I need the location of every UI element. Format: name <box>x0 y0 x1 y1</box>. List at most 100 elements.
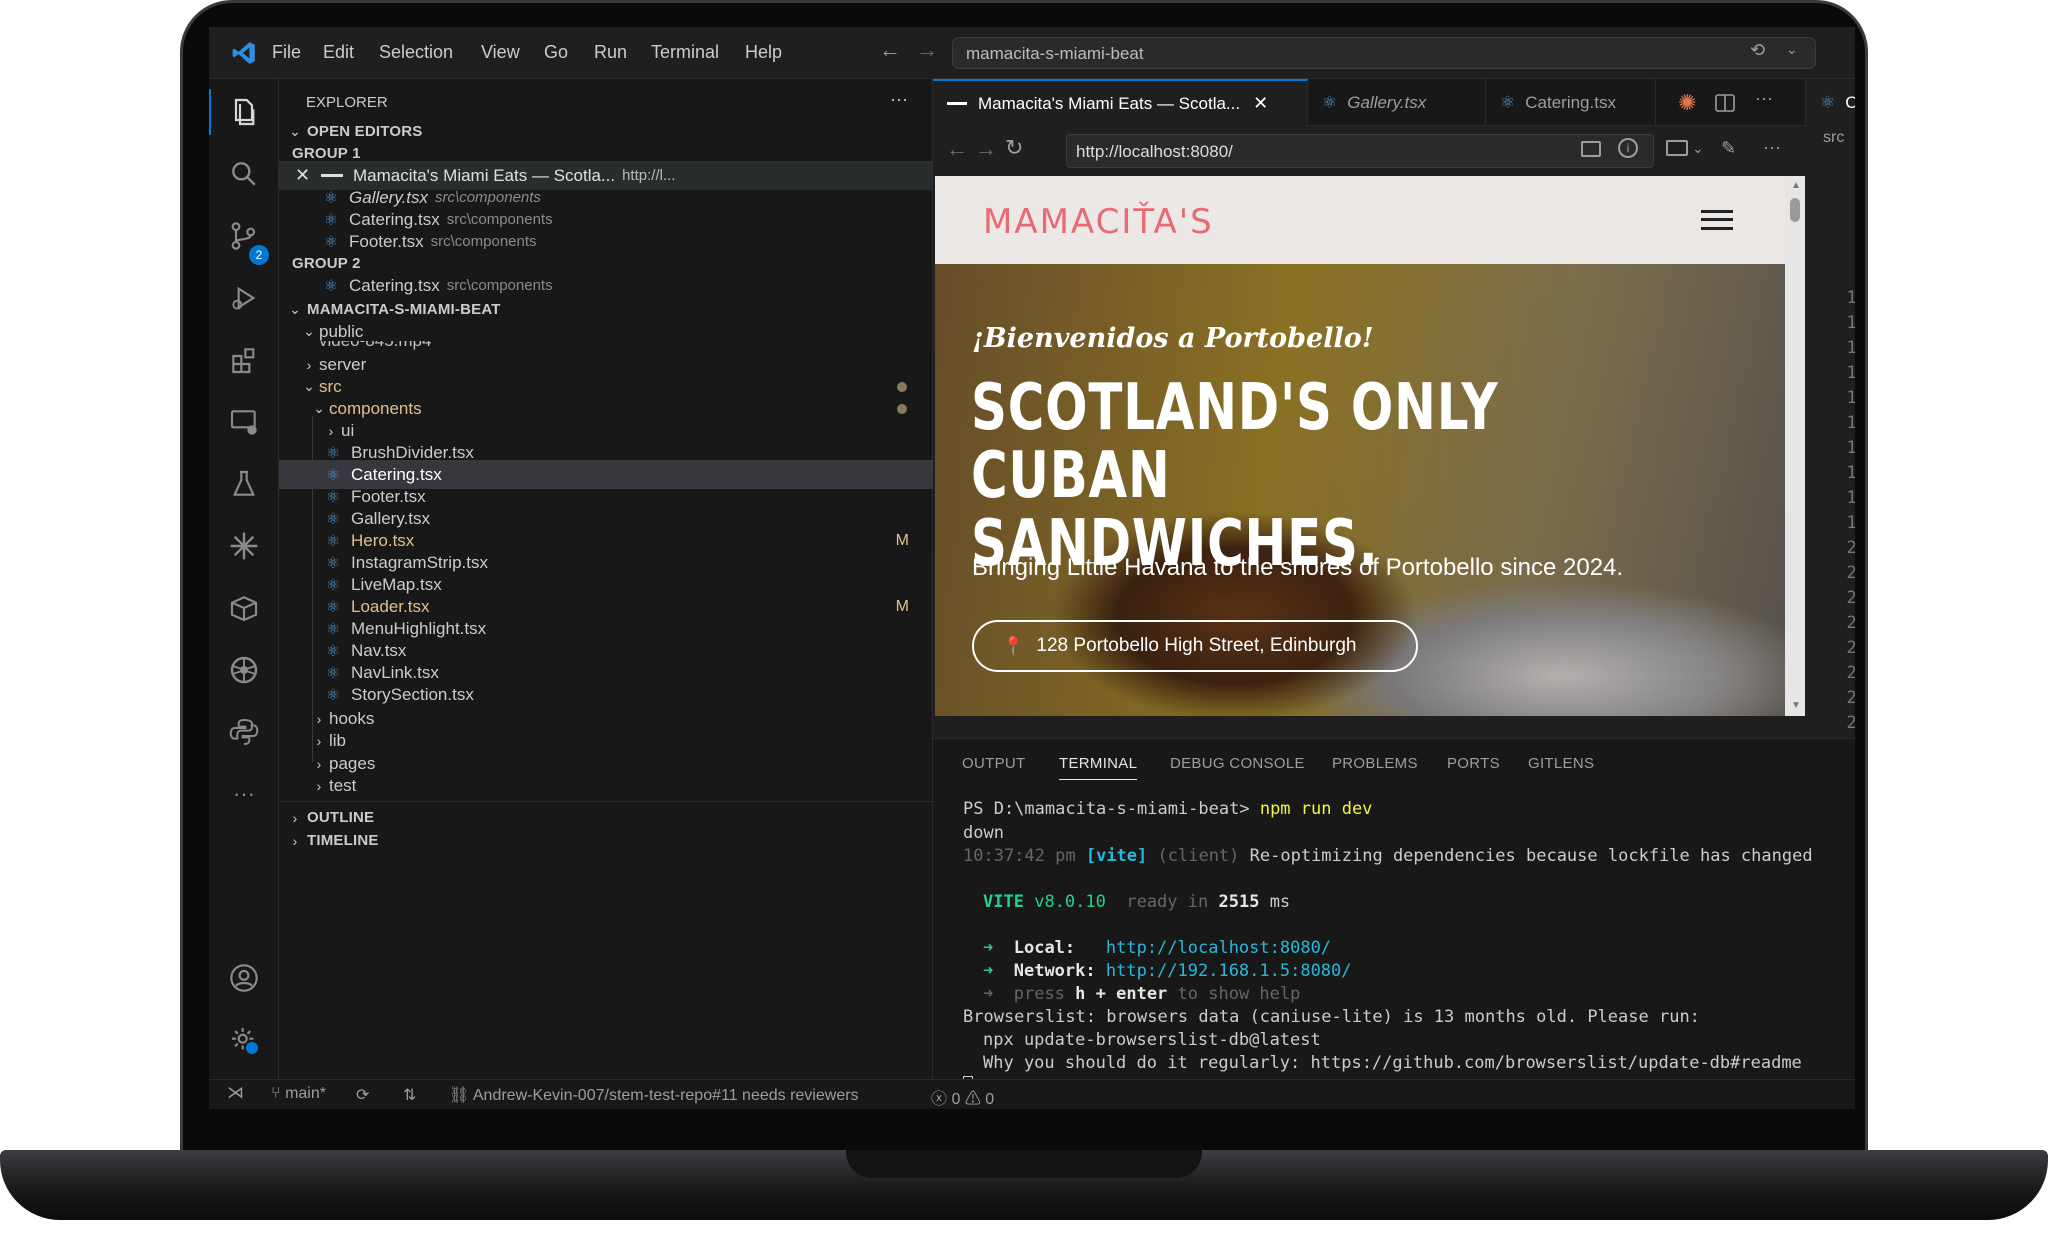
hero-headline: SCOTLAND'S ONLY CUBAN SANDWICHES. <box>971 371 1499 581</box>
panel-tab-ports[interactable]: PORTS <box>1447 755 1500 772</box>
chevron-down-icon: ⌄ <box>303 378 315 394</box>
browser-forward-icon[interactable]: → <box>975 136 997 162</box>
problems-item[interactable]: ⓧ 0 ⚠ 0 <box>931 1085 994 1109</box>
react-file-icon: ⚛ <box>1322 92 1338 112</box>
line-number: 22 <box>1846 588 1855 608</box>
command-center[interactable]: mamacita-s-miami-beat <box>952 37 1816 69</box>
branch-item[interactable]: ⑂ main* <box>271 1085 326 1103</box>
more-actions-icon[interactable]: ··· <box>1755 88 1773 109</box>
extensions-icon[interactable] <box>223 339 265 381</box>
pull-request-item[interactable]: ⛓ Andrew-Kevin-007/stem-test-repo#11 nee… <box>449 1085 859 1105</box>
tab-catering[interactable]: ⚛ Catering.tsx <box>1486 79 1656 126</box>
arrow-right-icon: ➜ <box>983 961 994 981</box>
vscode-window: File Edit Selection View Go Run Terminal… <box>209 27 1855 1109</box>
more-icon[interactable]: ··· <box>223 773 265 815</box>
terminal-line-network: ➜ Network: http://192.168.1.5:8080/ <box>983 961 1352 981</box>
open-external-icon[interactable] <box>1581 141 1601 157</box>
copilot-chat-icon[interactable]: ⟲ <box>1750 40 1765 61</box>
scroll-down-icon[interactable]: ▼ <box>1791 700 1801 711</box>
explorer-icon[interactable] <box>223 91 265 133</box>
more-actions-icon[interactable]: ··· <box>1763 137 1781 158</box>
edit-preview-icon[interactable]: ✎ <box>1721 138 1736 159</box>
account-icon[interactable] <box>223 957 265 999</box>
menu-help[interactable]: Help <box>745 42 782 63</box>
editor-group2-tabs: ⚛Catering.tsx✕ <box>1805 79 1855 126</box>
line-number: 24 <box>1846 638 1855 658</box>
divider <box>279 801 933 802</box>
chevron-right-icon: › <box>316 710 322 727</box>
forward-arrow-icon[interactable]: → <box>916 37 938 63</box>
title-bar: File Edit Selection View Go Run Terminal… <box>209 27 1855 79</box>
hamburger-menu-icon[interactable] <box>1701 210 1733 230</box>
remote-explorer-icon[interactable] <box>223 401 265 443</box>
run-debug-icon[interactable] <box>223 277 265 319</box>
code-editor[interactable]: 5type FormData6name: strin7email: strin8… <box>1809 176 1855 738</box>
search-icon[interactable] <box>223 153 265 195</box>
laptop-hinge-notch <box>846 1150 1202 1178</box>
sync-icon[interactable]: ⟳ <box>356 1085 369 1105</box>
chevron-down-icon[interactable]: ⌄ <box>1692 140 1704 157</box>
menu-edit[interactable]: Edit <box>323 42 354 63</box>
scroll-up-icon[interactable]: ▲ <box>1791 180 1801 191</box>
menu-view[interactable]: View <box>481 42 520 63</box>
chevron-right-icon: › <box>316 777 322 794</box>
browser-toolbar: ← → ↻ http://localhost:8080/ i ⌄ ✎ ··· <box>933 126 1805 176</box>
kubernetes-icon[interactable] <box>223 649 265 691</box>
git-modified-badge: M <box>895 597 909 615</box>
line-number: 8 <box>1827 238 1855 258</box>
chevron-down-icon[interactable]: ⌄ <box>1786 41 1798 58</box>
terminal-line-npx: npx update-browserslist-db@latest <box>983 1030 1321 1050</box>
line-number: 15 <box>1846 413 1855 433</box>
arrow-right-icon: ➜ <box>983 984 994 1004</box>
chevron-down-icon: ⌄ <box>313 400 325 416</box>
back-arrow-icon[interactable]: ← <box>879 37 901 63</box>
line-number: 21 <box>1846 563 1855 583</box>
testing-flask-icon[interactable] <box>223 463 265 505</box>
tab-catering-group2[interactable]: ⚛Catering.tsx✕ <box>1806 79 1855 126</box>
claude-spark-icon[interactable]: ✺ <box>1678 90 1696 116</box>
chevron-down-icon: ⌄ <box>289 301 301 317</box>
device-preview-icon[interactable] <box>1666 140 1688 156</box>
timeline-header[interactable]: › TIMELINE <box>279 826 933 855</box>
split-editor-icon[interactable] <box>1715 93 1735 113</box>
line-number: 18 <box>1846 488 1855 508</box>
address-button[interactable]: 📍 128 Portobello High Street, Edinburgh <box>972 620 1418 672</box>
site-logo[interactable]: MAMACIŤA'S <box>983 202 1214 242</box>
tab-browser-preview[interactable]: Mamacita's Miami Eats — Scotla... ✕ <box>933 79 1308 126</box>
panel-tab-output[interactable]: OUTPUT <box>962 755 1025 772</box>
url-bar[interactable]: http://localhost:8080/ <box>1066 134 1654 168</box>
scroll-thumb[interactable] <box>1790 198 1800 222</box>
line-number: 27 <box>1846 713 1855 733</box>
menu-terminal[interactable]: Terminal <box>651 42 719 63</box>
menu-selection[interactable]: Selection <box>379 42 453 63</box>
menu-go[interactable]: Go <box>544 42 568 63</box>
panel-tab-gitlens[interactable]: GITLENS <box>1528 755 1594 772</box>
containers-icon[interactable] <box>223 587 265 629</box>
preview-scrollbar[interactable]: ▲ ▼ <box>1785 176 1805 716</box>
tab-gallery[interactable]: ⚛ Gallery.tsx <box>1308 79 1486 126</box>
close-icon[interactable]: ✕ <box>1253 93 1268 114</box>
line-number: 14 <box>1846 388 1855 408</box>
chevron-right-icon: › <box>316 732 322 749</box>
manage-gear-icon[interactable] <box>223 1019 265 1061</box>
map-pin-icon: 📍 <box>1002 635 1025 656</box>
info-icon[interactable]: i <box>1618 138 1638 158</box>
explorer-more-icon[interactable]: ··· <box>890 89 908 110</box>
folder-test[interactable]: › test <box>279 771 933 800</box>
panel-tab-problems[interactable]: PROBLEMS <box>1332 755 1418 772</box>
line-number: 20 <box>1846 538 1855 558</box>
copilot-spark-icon[interactable] <box>223 525 265 567</box>
terminal-line-local: ➜ Local: http://localhost:8080/ <box>983 938 1332 958</box>
bottom-panel: OUTPUT TERMINAL DEBUG CONSOLE PROBLEMS P… <box>933 738 1855 1080</box>
menu-run[interactable]: Run <box>594 42 627 63</box>
panel-tab-debug-console[interactable]: DEBUG CONSOLE <box>1170 755 1305 772</box>
browser-back-icon[interactable]: ← <box>946 136 968 162</box>
remote-indicator-icon[interactable]: ⋊ <box>227 1083 244 1103</box>
line-number: 12 <box>1846 338 1855 358</box>
python-icon[interactable] <box>223 711 265 753</box>
git-compare-icon[interactable]: ⇅ <box>403 1085 416 1105</box>
reload-icon[interactable]: ↻ <box>1005 135 1023 161</box>
terminal-line-reoptimize: 10:37:42 pm [vite] (client) Re-optimizin… <box>963 846 1813 866</box>
menu-file[interactable]: File <box>272 42 301 63</box>
panel-tab-terminal[interactable]: TERMINAL <box>1059 755 1138 780</box>
